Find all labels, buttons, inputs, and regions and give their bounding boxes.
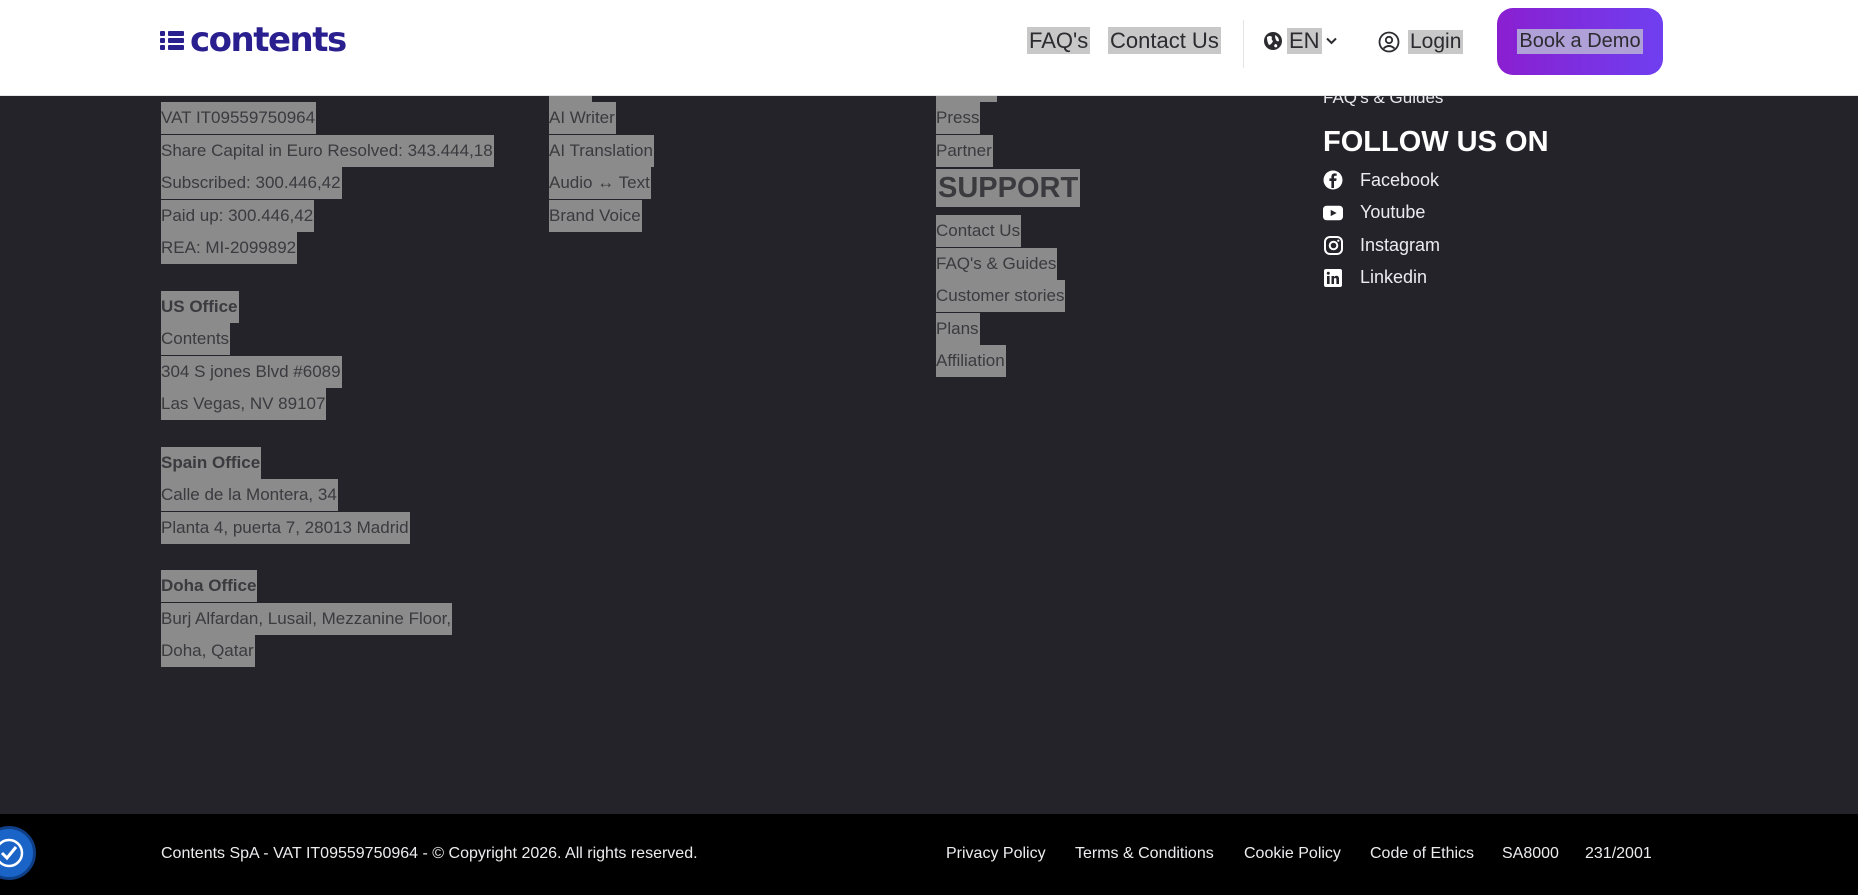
footer-link-contact-us[interactable]: Contact Us bbox=[936, 215, 1022, 247]
globe-icon bbox=[1264, 32, 1282, 50]
copyright-text: Contents SpA - VAT IT09559750964 - © Cop… bbox=[161, 845, 698, 862]
office-heading: Doha Office bbox=[161, 570, 258, 602]
products-column: AI Art AI Writer AI Translation Audio ↔ … bbox=[549, 81, 654, 232]
language-selector[interactable]: EN bbox=[1263, 26, 1337, 56]
footer-link-affiliation[interactable]: Affiliation bbox=[936, 345, 1006, 377]
office-heading: Spain Office bbox=[161, 446, 262, 479]
instagram-icon bbox=[1323, 235, 1343, 255]
nav-faqs[interactable]: FAQ's bbox=[1027, 27, 1091, 54]
social-label: Linkedin bbox=[1360, 267, 1428, 288]
follow-column: FAQ's & Guides FOLLOW US ON Facebook You… bbox=[1323, 86, 1549, 294]
legal-link-231-2001[interactable]: 231/2001 bbox=[1585, 845, 1652, 863]
language-label: EN bbox=[1287, 28, 1322, 54]
office-line: Las Vegas, NV 89107 bbox=[161, 388, 327, 420]
follow-heading: FOLLOW US ON bbox=[1323, 126, 1549, 158]
footer-link-customer-stories[interactable]: Customer stories bbox=[936, 280, 1066, 312]
social-link-linkedin[interactable]: Linkedin bbox=[1323, 262, 1549, 295]
header-divider bbox=[1243, 20, 1244, 68]
bottom-bar: Contents SpA - VAT IT09559750964 - © Cop… bbox=[0, 814, 1858, 895]
footer-link-ai-writer[interactable]: AI Writer bbox=[549, 102, 616, 134]
office-heading: US Office bbox=[161, 290, 239, 323]
footer-link-press[interactable]: Press bbox=[936, 102, 981, 134]
social-link-youtube[interactable]: Youtube bbox=[1323, 197, 1549, 230]
legal-link-terms-conditions[interactable]: Terms & Conditions bbox=[1075, 845, 1214, 863]
office-line: Doha, Qatar bbox=[161, 635, 255, 667]
facebook-icon bbox=[1323, 170, 1343, 190]
company-info-column: VAT IT09559750964 Share Capital in Euro … bbox=[161, 102, 494, 668]
user-icon bbox=[1378, 31, 1400, 53]
footer-link-audio-text[interactable]: Audio ↔ Text bbox=[549, 167, 651, 199]
office-line: Calle de la Montera, 34 bbox=[161, 479, 338, 511]
company-line: Paid up: 300.446,42 bbox=[161, 199, 315, 232]
login-label: Login bbox=[1408, 30, 1464, 54]
footer-link-partner[interactable]: Partner bbox=[936, 134, 993, 167]
social-link-facebook[interactable]: Facebook bbox=[1323, 164, 1549, 197]
site-header: contents FAQ's Contact Us EN Login Book … bbox=[0, 0, 1858, 96]
company-line: Subscribed: 300.446,42 bbox=[161, 167, 342, 199]
book-demo-button[interactable]: Book a Demo bbox=[1497, 8, 1663, 75]
login-link[interactable]: Login bbox=[1378, 27, 1464, 57]
office-line: Contents bbox=[161, 323, 231, 355]
linkedin-icon bbox=[1323, 268, 1343, 288]
footer-link-ai-translation[interactable]: AI Translation bbox=[549, 134, 654, 167]
logo-link[interactable]: contents bbox=[160, 18, 347, 62]
footer-link-faqs-guides[interactable]: FAQ's & Guides bbox=[936, 247, 1058, 280]
company-line: VAT IT09559750964 bbox=[161, 102, 317, 134]
legal-link-code-of-ethics[interactable]: Code of Ethics bbox=[1370, 845, 1474, 863]
list-icon bbox=[160, 28, 184, 52]
nav-contact-us[interactable]: Contact Us bbox=[1108, 27, 1221, 54]
social-label: Youtube bbox=[1360, 202, 1426, 223]
legal-link-sa8000[interactable]: SA8000 bbox=[1502, 845, 1559, 863]
support-heading: SUPPORT bbox=[936, 169, 1081, 207]
company-support-column: Careers Press Partner SUPPORT Contact Us… bbox=[936, 81, 1081, 378]
office-line: Planta 4, puerta 7, 28013 Madrid bbox=[161, 511, 410, 544]
logo-text: contents bbox=[190, 20, 347, 60]
office-line: Burj Alfardan, Lusail, Mezzanine Floor, bbox=[161, 602, 453, 635]
youtube-icon bbox=[1323, 203, 1343, 223]
social-link-instagram[interactable]: Instagram bbox=[1323, 229, 1549, 262]
legal-link-cookie-policy[interactable]: Cookie Policy bbox=[1244, 845, 1341, 863]
footer-link-plans[interactable]: Plans bbox=[936, 312, 980, 345]
book-demo-label: Book a Demo bbox=[1517, 29, 1643, 54]
company-line: Share Capital in Euro Resolved: 343.444,… bbox=[161, 134, 494, 167]
company-line: REA: MI-2099892 bbox=[161, 232, 298, 264]
office-line: 304 S jones Blvd #6089 bbox=[161, 355, 342, 388]
legal-link-privacy-policy[interactable]: Privacy Policy bbox=[946, 845, 1046, 863]
chevron-down-icon bbox=[1325, 37, 1337, 45]
social-label: Instagram bbox=[1360, 234, 1441, 255]
social-label: Facebook bbox=[1360, 169, 1440, 190]
accessibility-check-icon bbox=[0, 838, 24, 868]
footer-link-brand-voice[interactable]: Brand Voice bbox=[549, 199, 642, 232]
